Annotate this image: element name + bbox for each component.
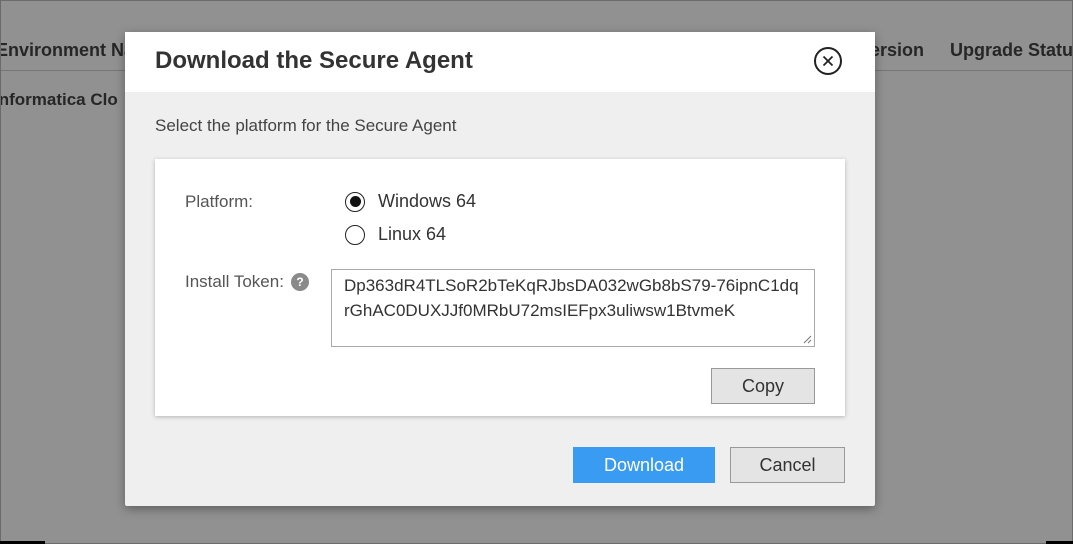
dialog-title: Download the Secure Agent [155,47,473,74]
dialog-subtitle: Select the platform for the Secure Agent [155,116,457,135]
platform-option-label: Windows 64 [378,191,477,211]
dialog-header: Download the Secure Agent [125,32,875,92]
cancel-button[interactable]: Cancel [730,447,845,483]
platform-label: Platform: [185,192,254,211]
help-icon[interactable]: ? [291,273,309,291]
resize-grip-icon[interactable] [802,334,812,344]
copy-button[interactable]: Copy [711,368,815,404]
install-token-value: Dp363dR4TLSoR2bTeKqRJbsDA032wGb8bS79-76i… [344,276,799,320]
download-secure-agent-dialog: Download the Secure Agent Select the pla… [125,32,875,506]
close-icon [822,55,834,67]
download-button[interactable]: Download [573,447,715,483]
radio-button[interactable] [345,224,365,245]
platform-option-label: Linux 64 [378,224,447,244]
install-token-field[interactable]: Dp363dR4TLSoR2bTeKqRJbsDA032wGb8bS79-76i… [331,269,815,347]
radio-button-selected[interactable] [345,191,365,212]
install-token-label: Install Token: [185,272,284,291]
platform-option-linux-64[interactable]: Linux 64 [345,224,446,245]
platform-panel: Platform: Windows 64 Linux 64 Install To… [155,159,845,416]
close-button[interactable] [814,47,842,75]
platform-option-windows-64[interactable]: Windows 64 [345,191,476,212]
